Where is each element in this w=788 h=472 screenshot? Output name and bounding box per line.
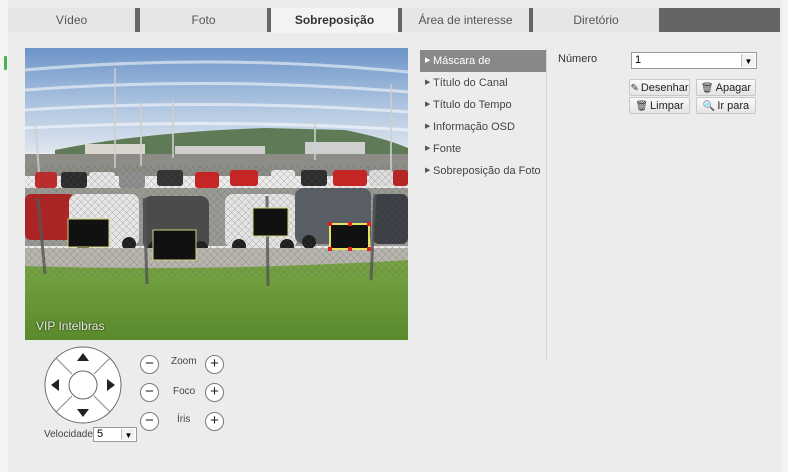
video-watermark: VIP Intelbras (36, 319, 105, 333)
iris-minus-button[interactable]: − (140, 412, 159, 431)
left-edge (0, 0, 8, 472)
chevron-down-icon: ▼ (741, 54, 755, 67)
desenhar-button[interactable]: ✎ Desenhar (629, 79, 690, 96)
menu-item-label: Fonte (433, 143, 462, 155)
ir-para-label: Ir para (717, 100, 750, 112)
camera-preview[interactable] (25, 48, 408, 340)
tab-sobreposicao[interactable]: Sobreposição (271, 8, 398, 33)
limpar-button[interactable]: 🗑 Limpar (629, 97, 690, 114)
tab-video[interactable]: Vídeo (8, 8, 135, 32)
chevron-down-icon: ▼ (121, 429, 135, 440)
panel-divider (546, 48, 547, 360)
caret-right-icon: ▶ (425, 79, 431, 86)
menu-item-sobreposicao-foto[interactable]: ▶ Sobreposição da Foto (420, 160, 546, 182)
menu-item-label: Título do Tempo (433, 99, 512, 111)
velocidade-select[interactable]: 5 ▼ (93, 427, 137, 442)
menu-item-titulo-tempo[interactable]: ▶ Título do Tempo (420, 94, 546, 116)
velocidade-value: 5 (97, 428, 104, 440)
dpad-graphic (44, 346, 122, 424)
search-icon: 🔍 (702, 101, 716, 112)
overlay-menu: ▶ Máscara de Privacidade ▶ Título do Can… (420, 50, 546, 182)
caret-right-icon: ▶ (425, 57, 431, 64)
menu-item-label: Informação OSD (433, 121, 515, 133)
apagar-label: Apagar (715, 82, 752, 94)
tab-bar: Vídeo Foto Sobreposição Área de interess… (8, 8, 780, 33)
ir-para-button[interactable]: 🔍 Ir para (696, 97, 756, 114)
zoom-in-button[interactable]: + (205, 355, 224, 374)
desenhar-label: Desenhar (640, 82, 689, 94)
menu-item-fonte[interactable]: ▶ Fonte (420, 138, 546, 160)
menu-item-label: Sobreposição da Foto (433, 165, 541, 177)
trash-icon: 🗑 (700, 83, 714, 94)
numero-select[interactable]: 1 ▼ (631, 52, 757, 69)
tab-foto[interactable]: Foto (140, 8, 267, 32)
numero-value: 1 (635, 54, 642, 66)
menu-item-informacao-osd[interactable]: ▶ Informação OSD (420, 116, 546, 138)
status-marker (4, 56, 7, 70)
tab-diretorio[interactable]: Diretório (533, 8, 659, 32)
caret-right-icon: ▶ (425, 167, 431, 174)
trash-icon: 🗑 (635, 101, 649, 112)
tab-area-de-interesse[interactable]: Área de interesse (402, 8, 529, 32)
foco-plus-button[interactable]: + (205, 383, 224, 402)
caret-right-icon: ▶ (425, 123, 431, 130)
iris-plus-button[interactable]: + (205, 412, 224, 431)
iris-label: Íris (177, 414, 191, 425)
right-edge (782, 0, 788, 472)
camera-scene (25, 48, 408, 340)
menu-item-titulo-canal[interactable]: ▶ Título do Canal (420, 72, 546, 94)
ptz-direction-pad[interactable] (43, 345, 123, 428)
pencil-icon: ✎ (630, 83, 639, 94)
velocidade-label: Velocidade (44, 429, 93, 440)
numero-label: Número (558, 53, 598, 65)
apagar-button[interactable]: 🗑 Apagar (696, 79, 756, 96)
caret-right-icon: ▶ (425, 101, 431, 108)
caret-right-icon: ▶ (425, 145, 431, 152)
foco-label: Foco (173, 386, 196, 397)
zoom-label: Zoom (171, 356, 197, 367)
zoom-out-button[interactable]: − (140, 355, 159, 374)
menu-item-label: Título do Canal (433, 77, 508, 89)
menu-item-mascara-privacidade[interactable]: ▶ Máscara de Privacidade (420, 50, 546, 89)
limpar-label: Limpar (650, 100, 684, 112)
foco-minus-button[interactable]: − (140, 383, 159, 402)
